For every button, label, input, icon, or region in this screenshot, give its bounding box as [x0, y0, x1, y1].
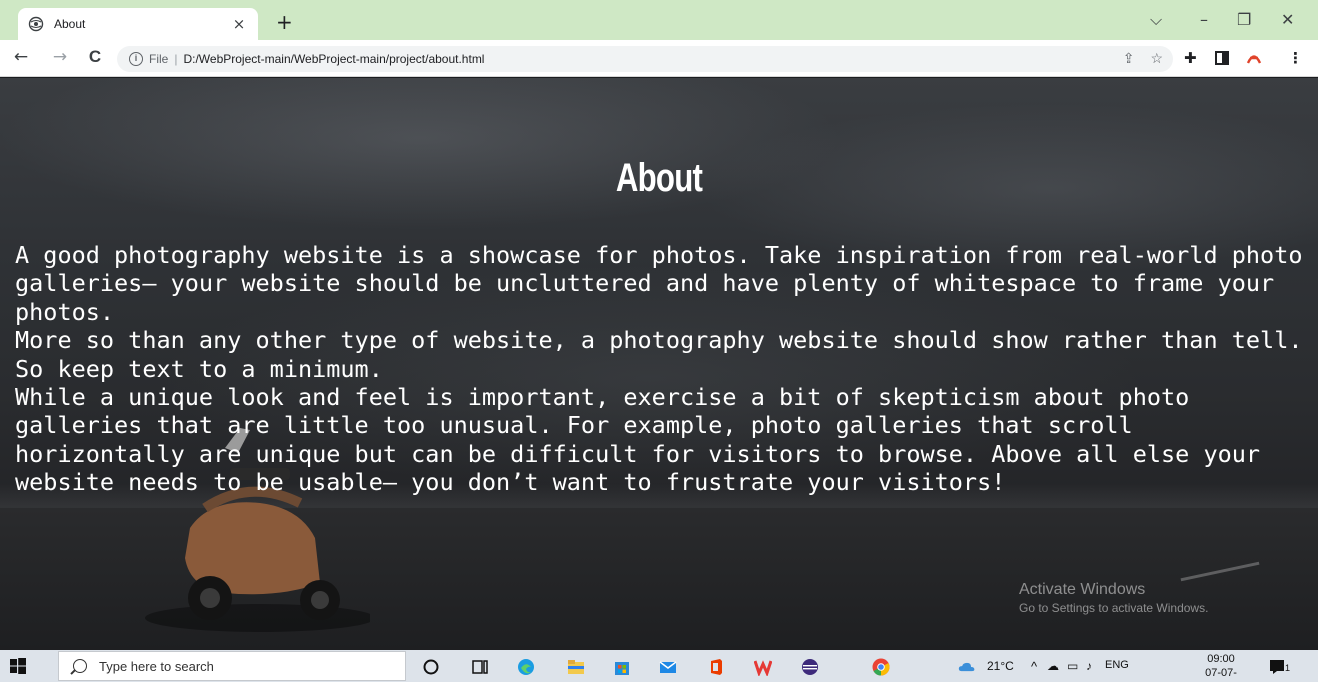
taskbar-search-input[interactable]: Type here to search: [58, 651, 406, 681]
clock-time: 09:00: [1207, 653, 1235, 665]
office-icon[interactable]: [707, 658, 725, 676]
chrome-icon[interactable]: [872, 658, 890, 676]
address-separator: |: [174, 52, 178, 66]
close-window-button[interactable]: ✕: [1281, 10, 1294, 29]
forward-button[interactable]: →: [49, 47, 71, 67]
minimize-button[interactable]: –: [1200, 10, 1208, 29]
search-icon: [73, 659, 87, 673]
watermark-title: Activate Windows: [1019, 581, 1146, 598]
notification-count: 1: [1285, 663, 1291, 673]
tab-strip: About × + ⌵ – ❐ ✕: [0, 0, 1318, 40]
new-tab-button[interactable]: +: [276, 12, 293, 32]
paragraph-3: While a unique look and feel is importan…: [15, 383, 1261, 497]
share-icon[interactable]: ⇪: [1123, 50, 1135, 67]
language-indicator[interactable]: ENG: [1105, 659, 1129, 671]
restore-button[interactable]: ❐: [1237, 10, 1251, 29]
globe-icon: [28, 16, 44, 32]
notification-center-icon[interactable]: [1268, 658, 1286, 676]
browser-toolbar: ← → C i File | D:/WebProject-main/WebPro…: [0, 40, 1318, 77]
sidepanel-icon[interactable]: [1215, 51, 1229, 65]
scheme-label: File: [149, 52, 169, 66]
edge-browser-icon[interactable]: [517, 658, 535, 676]
file-explorer-icon[interactable]: [567, 658, 585, 676]
reload-button[interactable]: C: [84, 47, 106, 67]
volume-icon[interactable]: ♪: [1086, 659, 1092, 673]
watermark-subtitle: Go to Settings to activate Windows.: [1019, 601, 1209, 615]
menu-icon[interactable]: ⋮: [1288, 49, 1303, 67]
paragraph-1: A good photography website is a showcase…: [15, 241, 1303, 326]
cortana-icon[interactable]: [422, 658, 440, 676]
extensions-icon[interactable]: ✚: [1184, 49, 1197, 67]
paragraph-2: More so than any other type of website, …: [15, 326, 1303, 383]
task-view-icon[interactable]: [471, 658, 489, 676]
star-icon[interactable]: ☆: [1150, 50, 1163, 67]
weather-temperature[interactable]: 21°C: [987, 659, 1014, 673]
clock-date: 07-07-2022: [1205, 667, 1237, 682]
tab-title: About: [54, 17, 86, 31]
system-clock[interactable]: 09:00 07-07-2022: [1193, 652, 1249, 682]
onedrive-icon[interactable]: ☁: [1047, 659, 1059, 673]
page-viewport: About A good photography website is a sh…: [0, 78, 1318, 650]
url-text[interactable]: D:/WebProject-main/WebProject-main/proje…: [183, 52, 484, 66]
wps-office-icon[interactable]: [754, 658, 772, 676]
chevron-up-icon[interactable]: ^: [1031, 659, 1037, 674]
windows-start-icon[interactable]: [10, 658, 26, 674]
search-placeholder: Type here to search: [99, 658, 214, 674]
pdf-extension-icon[interactable]: [1245, 48, 1263, 66]
tab-close-icon[interactable]: ×: [230, 15, 248, 33]
store-icon[interactable]: [613, 658, 631, 676]
activate-windows-watermark: Activate Windows Go to Settings to activ…: [1019, 581, 1208, 615]
taskbar: Type here to search 21°C ^ ☁ ▭ ♪ ENG 09:…: [0, 650, 1318, 682]
info-icon[interactable]: i: [129, 52, 143, 66]
network-icon[interactable]: ▭: [1067, 659, 1078, 673]
page-title: About: [615, 156, 703, 200]
back-button[interactable]: ←: [10, 47, 32, 67]
address-bar[interactable]: i File | D:/WebProject-main/WebProject-m…: [117, 46, 1173, 72]
mail-icon[interactable]: [659, 658, 677, 676]
tab-about[interactable]: About ×: [18, 8, 258, 40]
tab-search-dropdown-icon[interactable]: ⌵: [1150, 10, 1162, 30]
weather-cloud-icon[interactable]: [958, 658, 976, 676]
eclipse-icon[interactable]: [801, 658, 819, 676]
about-text: A good photography website is a showcase…: [15, 241, 1305, 497]
